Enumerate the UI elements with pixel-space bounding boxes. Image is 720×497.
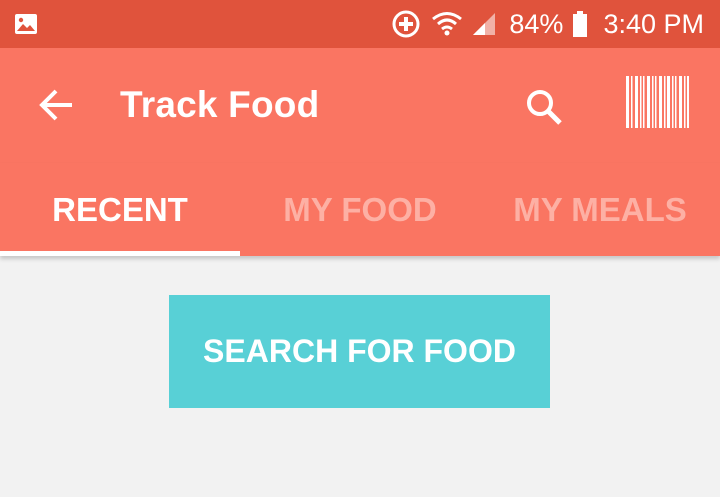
tab-label: MY FOOD <box>283 190 437 228</box>
search-icon[interactable] <box>524 87 564 127</box>
wifi-icon <box>431 11 463 37</box>
tab-my-food[interactable]: MY FOOD <box>240 163 480 256</box>
clock: 3:40 PM <box>603 8 704 39</box>
image-icon <box>14 12 38 36</box>
barcode-icon[interactable] <box>624 76 690 128</box>
battery-icon <box>573 11 588 37</box>
arrow-left-icon[interactable] <box>36 87 76 123</box>
search-for-food-button[interactable]: SEARCH FOR FOOD <box>169 295 550 408</box>
tab-recent[interactable]: RECENT <box>0 163 240 256</box>
health-plus-icon <box>391 9 421 39</box>
app-toolbar: Track Food <box>0 48 720 163</box>
status-indicators: 84% 3:40 PM <box>391 0 704 48</box>
tab-bar: RECENT MY FOOD MY MEALS <box>0 163 720 256</box>
tab-label: MY MEALS <box>513 190 687 228</box>
tab-indicator <box>0 251 240 256</box>
battery-percent: 84% <box>509 8 564 39</box>
signal-icon <box>473 11 497 37</box>
page-title: Track Food <box>120 84 320 125</box>
status-bar: 84% 3:40 PM <box>0 0 720 48</box>
tab-my-meals[interactable]: MY MEALS <box>480 163 720 256</box>
tab-label: RECENT <box>52 190 188 228</box>
